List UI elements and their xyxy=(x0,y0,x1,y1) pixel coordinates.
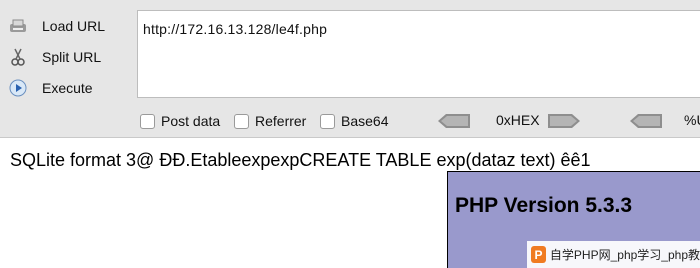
php-logo-icon: P xyxy=(531,246,546,263)
url-decode-arrow-icon[interactable] xyxy=(630,114,662,133)
referrer-option[interactable]: Referrer xyxy=(234,113,306,129)
url-encode-label: %U xyxy=(684,112,700,128)
hackbar-toolbar: Load URL Split URL Execute http://172.16… xyxy=(0,0,700,138)
url-textarea[interactable]: http://172.16.13.128/le4f.php xyxy=(137,10,700,98)
execute-icon xyxy=(8,78,28,98)
referrer-checkbox[interactable] xyxy=(234,113,249,129)
watermark-text: 自学PHP网_php学习_php教 xyxy=(549,248,700,262)
split-url-icon xyxy=(8,47,28,67)
post-data-label: Post data xyxy=(161,113,221,129)
post-data-option[interactable]: Post data xyxy=(140,113,220,129)
load-url-label: Load URL xyxy=(42,18,106,34)
split-url-button[interactable]: Split URL xyxy=(8,43,133,71)
php-version-title: PHP Version 5.3.3 xyxy=(455,194,633,217)
sqlite-output-text: SQLite format 3@ ĐĐ.EtableexpexpCREATE T… xyxy=(10,150,591,170)
hex-decode-arrow-icon[interactable] xyxy=(438,114,470,133)
load-url-icon xyxy=(8,16,28,36)
url-value: http://172.16.13.128/le4f.php xyxy=(143,21,328,37)
hex-encode-arrow-icon[interactable] xyxy=(548,114,580,133)
referrer-label: Referrer xyxy=(255,113,307,129)
load-url-button[interactable]: Load URL xyxy=(8,12,133,40)
hex-label: 0xHEX xyxy=(496,112,540,128)
watermark: P 自学PHP网_php学习_php教 xyxy=(527,241,700,268)
execute-label: Execute xyxy=(42,80,93,96)
base64-checkbox[interactable] xyxy=(320,113,335,129)
base64-option[interactable]: Base64 xyxy=(320,113,388,129)
base64-label: Base64 xyxy=(341,113,389,129)
split-url-label: Split URL xyxy=(42,49,102,65)
post-data-checkbox[interactable] xyxy=(140,113,155,129)
execute-button[interactable]: Execute xyxy=(8,74,133,102)
